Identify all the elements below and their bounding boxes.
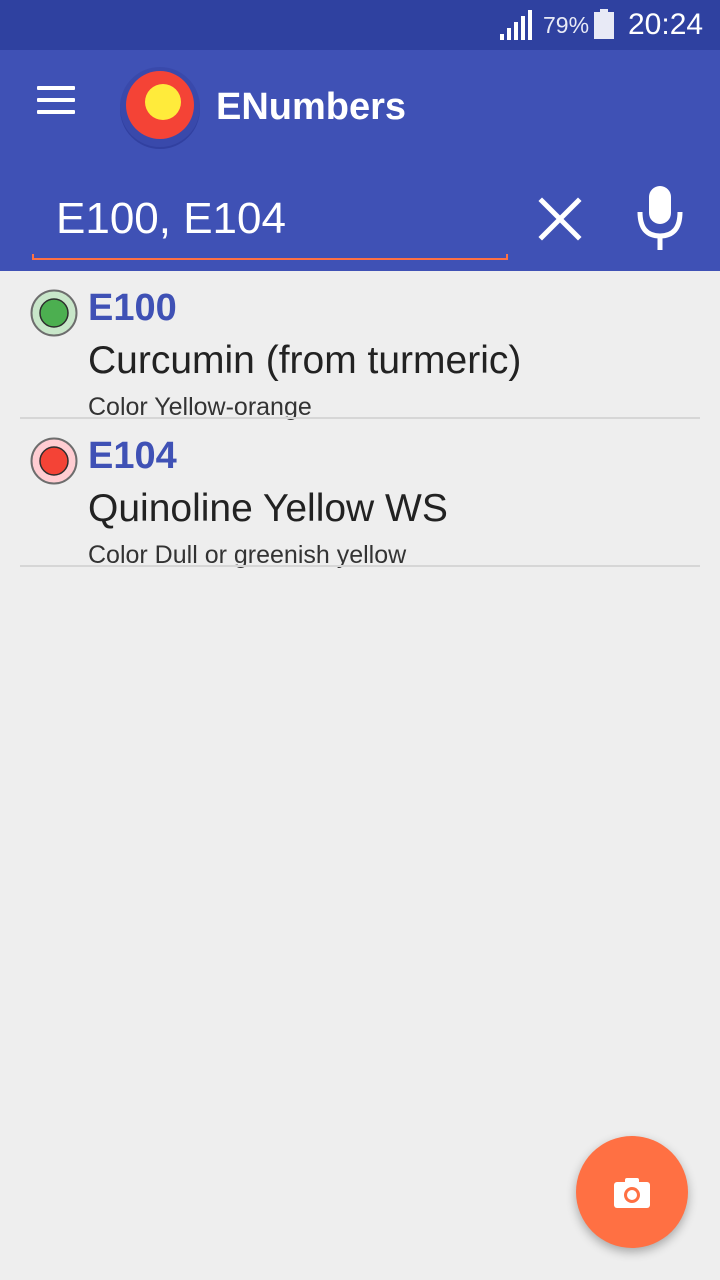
list-item[interactable]: E100 Curcumin (from turmeric) Color Yell… [0, 271, 720, 421]
app-logo-icon [120, 67, 200, 149]
status-dangerous-icon [30, 437, 78, 485]
e-number-code: E104 [88, 435, 177, 477]
app-bar: ENumbers [0, 50, 720, 271]
status-bar: 79% 20:24 [0, 0, 720, 50]
search-field[interactable] [30, 180, 510, 260]
divider [20, 565, 700, 567]
battery-percentage: 79% [543, 12, 590, 38]
close-icon[interactable] [528, 187, 592, 251]
search-underline [32, 254, 508, 260]
results-list: E100 Curcumin (from turmeric) Color Yell… [0, 271, 720, 569]
e-number-code: E100 [88, 287, 177, 329]
signal-icon [500, 10, 532, 40]
camera-scan-button[interactable] [576, 1136, 688, 1248]
e-number-name: Curcumin (from turmeric) [88, 339, 522, 382]
search-input[interactable] [30, 180, 510, 258]
microphone-icon[interactable] [628, 182, 692, 254]
clock: 20:24 [628, 8, 704, 41]
hamburger-menu-icon[interactable] [24, 74, 88, 126]
app-title: ENumbers [216, 86, 407, 128]
camera-icon [614, 1178, 650, 1208]
battery-icon [594, 9, 614, 39]
list-item[interactable]: E104 Quinoline Yellow WS Color Dull or g… [0, 419, 720, 569]
e-number-name: Quinoline Yellow WS [88, 487, 448, 530]
status-safe-icon [30, 289, 78, 337]
